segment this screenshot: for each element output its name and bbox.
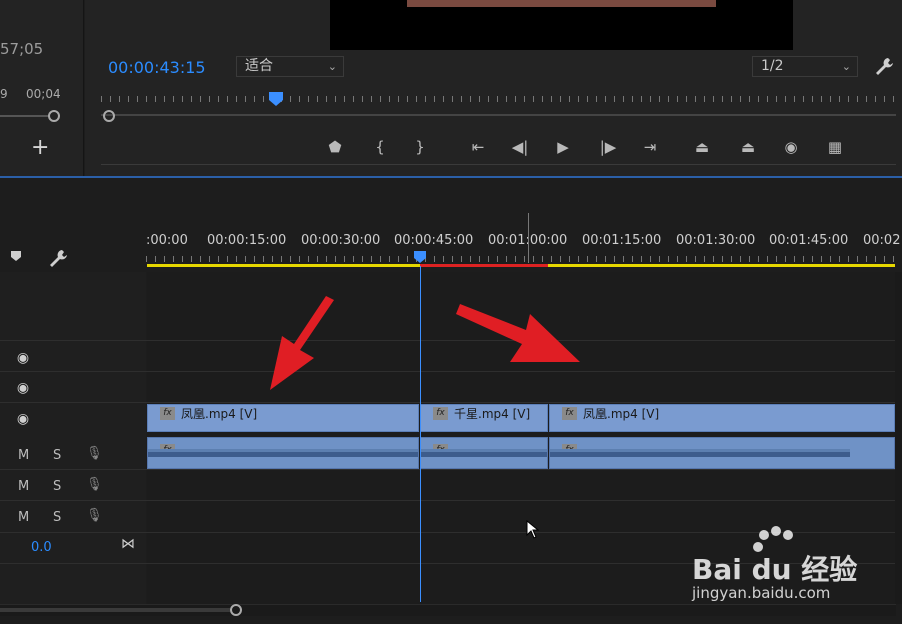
clip-label: 凤凰.mp4 [V]: [181, 407, 258, 421]
go-to-in-button[interactable]: ⇤: [466, 136, 490, 158]
comparison-view-button[interactable]: ▦: [823, 136, 847, 158]
program-zoom-handle[interactable]: [103, 110, 115, 122]
audio-clip[interactable]: fx: [549, 437, 895, 469]
track-v3-eye-icon[interactable]: ◉: [14, 351, 32, 365]
add-button-plus-icon[interactable]: +: [31, 137, 49, 159]
video-clip[interactable]: fx 千星.mp4 [V]: [420, 404, 548, 432]
clip-fx-badge[interactable]: fx: [160, 407, 175, 420]
ruler-tick-label: 00:00:45:00: [394, 233, 474, 248]
track-a2-mute-button[interactable]: M: [18, 479, 29, 494]
track-divider: [0, 340, 896, 341]
track-a3-solo-button[interactable]: S: [53, 510, 61, 525]
chevron-down-icon: ⌄: [327, 60, 337, 73]
add-marker-button[interactable]: ⬟: [323, 136, 347, 158]
wrench-icon[interactable]: [874, 56, 894, 76]
track-a2-solo-button[interactable]: S: [53, 479, 61, 494]
program-zoom-bar[interactable]: [101, 114, 896, 116]
program-ruler[interactable]: [101, 96, 896, 102]
audio-waveform: [148, 449, 418, 457]
track-a3-mute-button[interactable]: M: [18, 510, 29, 525]
mark-in-button[interactable]: {: [368, 136, 392, 158]
ruler-tick-label: 00:01:15:00: [582, 233, 662, 248]
clip-label: 凤凰.mp4 [V]: [583, 407, 660, 421]
clip-label: 千星.mp4 [V]: [454, 407, 531, 421]
track-a2-mic-icon[interactable]: 🎙: [86, 477, 103, 492]
step-back-button[interactable]: ◀|: [508, 136, 532, 158]
annotation-arrow-right: [456, 304, 580, 362]
play-button[interactable]: ▶: [551, 136, 575, 158]
master-pan-icon[interactable]: ⋈: [121, 536, 135, 552]
audio-waveform: [421, 449, 547, 457]
add-marker-icon[interactable]: [10, 250, 22, 262]
mouse-cursor-icon: [526, 520, 540, 539]
video-preview-image: [407, 0, 716, 7]
source-zoom-bar[interactable]: [0, 115, 50, 117]
fit-dropdown[interactable]: 适合 ⌄: [236, 56, 344, 77]
program-timecode[interactable]: 00:00:43:15: [108, 58, 206, 77]
watermark-brand: Bai du 经验: [692, 553, 858, 586]
source-zoom-handle[interactable]: [48, 110, 60, 122]
timeline-playhead[interactable]: [413, 250, 427, 264]
transport-divider: [101, 164, 896, 165]
program-video-frame: [330, 0, 793, 50]
track-a3-mic-icon[interactable]: 🎙: [86, 508, 103, 523]
ruler-tick-label: 00:01:30:00: [676, 233, 756, 248]
track-divider: [0, 469, 896, 470]
track-divider: [0, 371, 896, 372]
video-clip[interactable]: fx 凤凰.mp4 [V]: [147, 404, 419, 432]
track-divider: [0, 500, 896, 501]
audio-clip[interactable]: fx: [420, 437, 548, 469]
source-ruler-left-label: 9: [0, 87, 8, 101]
audio-clip[interactable]: fx: [147, 437, 419, 469]
timeline-mark-line: [528, 213, 529, 263]
timeline-playhead-line: [420, 266, 421, 602]
track-a1-mute-button[interactable]: M: [18, 448, 29, 463]
source-panel-fragment: 57;05 9 00;04 +: [0, 0, 84, 176]
timeline-ruler-ticks: [146, 256, 896, 262]
track-v2-eye-icon[interactable]: ◉: [14, 381, 32, 395]
clip-fx-badge[interactable]: fx: [562, 407, 577, 420]
chevron-down-icon: ⌄: [841, 60, 851, 73]
ruler-tick-label: 00:00:15:00: [207, 233, 287, 248]
track-divider: [0, 402, 896, 403]
source-ruler-right-label: 00;04: [26, 87, 61, 101]
track-a1-solo-button[interactable]: S: [53, 448, 61, 463]
timeline-header-controls: [0, 178, 146, 272]
fit-dropdown-value: 适合: [245, 58, 273, 74]
go-to-out-button[interactable]: ⇥: [638, 136, 662, 158]
step-forward-button[interactable]: |▶: [596, 136, 620, 158]
video-clip[interactable]: fx 凤凰.mp4 [V]: [549, 404, 895, 432]
ruler-tick-label: :00:00: [146, 233, 188, 248]
extract-button[interactable]: ⏏: [736, 136, 760, 158]
export-frame-button[interactable]: ◉: [779, 136, 803, 158]
resolution-dropdown-value: 1/2: [761, 58, 784, 74]
mark-out-button[interactable]: }: [408, 136, 432, 158]
track-v1-eye-icon[interactable]: ◉: [14, 412, 32, 426]
scrollbar-thumb[interactable]: [0, 608, 230, 612]
source-timecode: 57;05: [0, 40, 44, 58]
timeline-settings-wrench-icon[interactable]: [48, 248, 68, 268]
lift-button[interactable]: ⏏: [690, 136, 714, 158]
render-needed-bar: [420, 264, 548, 267]
resolution-dropdown[interactable]: 1/2 ⌄: [752, 56, 858, 77]
watermark-url: jingyan.baidu.com: [692, 584, 831, 602]
program-playhead[interactable]: [268, 91, 284, 107]
annotation-arrow-left: [270, 296, 334, 390]
ruler-tick-label: 00:01:45:00: [769, 233, 849, 248]
timeline-ruler[interactable]: :00:00 00:00:15:00 00:00:30:00 00:00:45:00 0…: [146, 212, 900, 272]
scrollbar-zoom-handle[interactable]: [230, 604, 242, 616]
audio-waveform: [550, 449, 850, 457]
ruler-tick-label: 00:00:30:00: [301, 233, 381, 248]
master-level-value[interactable]: 0.0: [31, 540, 52, 555]
ruler-tick-label: 00:02: [863, 233, 901, 248]
track-headers: ◉ ◉ ◉ M S 🎙 M S 🎙 M S 🎙 0.0 ⋈: [0, 272, 146, 604]
track-a1-mic-icon[interactable]: 🎙: [86, 446, 103, 461]
clip-fx-badge[interactable]: fx: [433, 407, 448, 420]
